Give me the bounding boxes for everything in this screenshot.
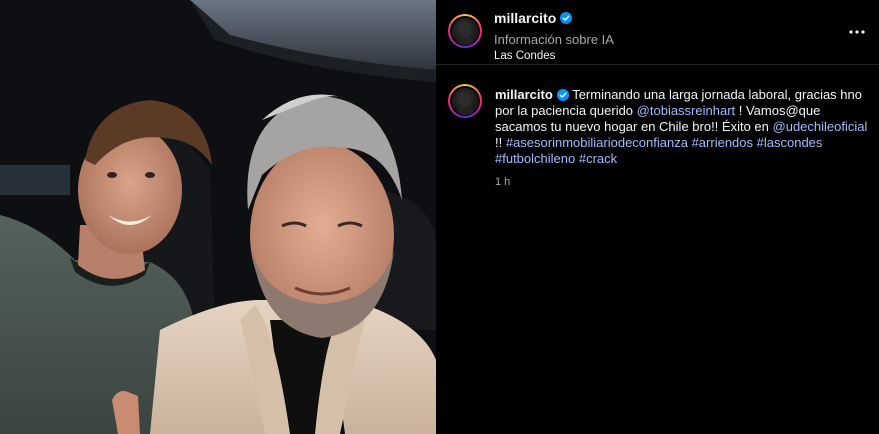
avatar[interactable] — [451, 17, 479, 45]
post-container: millarcito Información sobre IA Las Cond… — [0, 0, 879, 434]
caption-middle-2: !! — [495, 135, 506, 150]
caption-username[interactable]: millarcito — [495, 87, 569, 103]
caption-story-ring[interactable] — [448, 84, 482, 118]
username-label[interactable]: millarcito — [494, 10, 556, 26]
post-header: millarcito Información sobre IA Las Cond… — [448, 10, 871, 62]
hashtag-asesorinmobiliariodeconfianza[interactable]: #asesorinmobiliariodeconfianza — [506, 135, 688, 150]
caption-text: millarcito Terminando una larga jornada … — [495, 87, 875, 167]
selfie-image — [0, 0, 436, 434]
post-photo[interactable] — [0, 0, 436, 434]
hashtag-arriendos[interactable]: #arriendos — [692, 135, 753, 150]
post-details-panel: millarcito Información sobre IA Las Cond… — [436, 0, 879, 434]
hashtag-crack[interactable]: #crack — [579, 151, 617, 166]
mention-tobiassreinhart[interactable]: @tobiassreinhart — [637, 103, 735, 118]
more-options-icon[interactable] — [849, 28, 865, 36]
verified-badge-icon — [560, 12, 573, 24]
hashtag-futbolchileno[interactable]: #futbolchileno — [495, 151, 575, 166]
post-timestamp[interactable]: 1 h — [495, 176, 510, 188]
header-username[interactable]: millarcito — [494, 10, 573, 26]
caption-username-label[interactable]: millarcito — [495, 87, 553, 103]
verified-badge-icon — [556, 89, 569, 101]
mention-udechileoficial[interactable]: @udechileoficial — [773, 119, 868, 134]
header-divider — [436, 64, 879, 65]
location-link[interactable]: Las Condes — [494, 50, 614, 62]
story-ring[interactable] — [448, 14, 482, 48]
hashtag-lascondes[interactable]: #lascondes — [757, 135, 823, 150]
ai-info-link[interactable]: Información sobre IA — [494, 32, 614, 47]
header-text: millarcito Información sobre IA Las Cond… — [494, 10, 614, 62]
caption-avatar[interactable] — [451, 87, 479, 115]
